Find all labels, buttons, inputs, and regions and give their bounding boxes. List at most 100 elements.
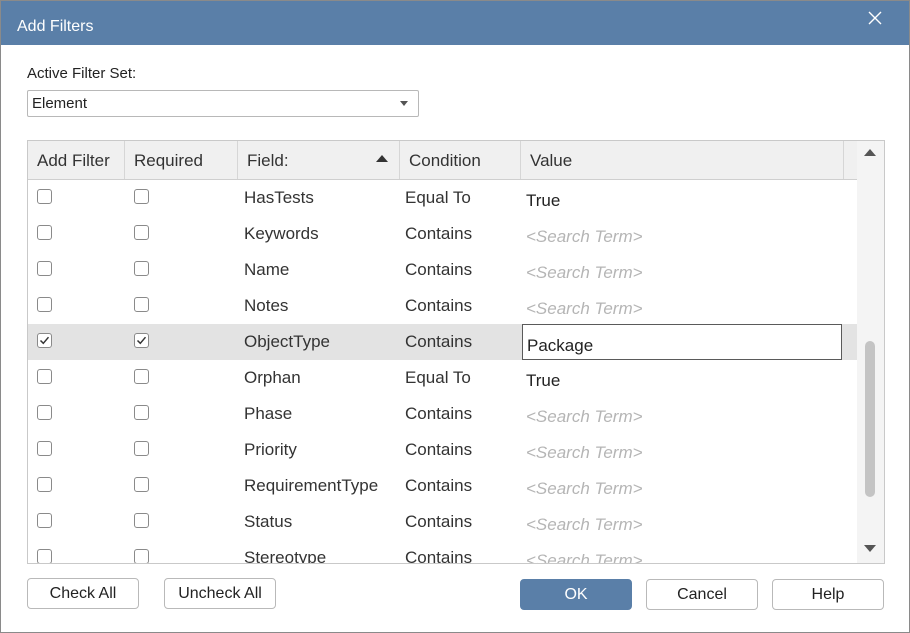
value-placeholder: <Search Term> bbox=[526, 407, 643, 426]
add-filter-checkbox[interactable] bbox=[37, 189, 52, 204]
table-row[interactable]: Phase Contains <Search Term> bbox=[28, 396, 857, 432]
table-row[interactable]: Keywords Contains <Search Term> bbox=[28, 216, 857, 252]
column-header-add-filter[interactable]: Add Filter bbox=[28, 141, 125, 179]
table-row[interactable]: RequirementType Contains <Search Term> bbox=[28, 468, 857, 504]
table-row[interactable]: Orphan Equal To True bbox=[28, 360, 857, 396]
value-field[interactable]: True bbox=[522, 360, 842, 396]
required-checkbox[interactable] bbox=[134, 333, 149, 348]
required-checkbox[interactable] bbox=[134, 441, 149, 456]
condition-value: Contains bbox=[405, 224, 473, 243]
uncheck-all-button[interactable]: Uncheck All bbox=[164, 578, 276, 609]
close-button[interactable] bbox=[861, 5, 889, 33]
checkmark-icon bbox=[39, 336, 50, 345]
condition-value: Contains bbox=[405, 332, 473, 351]
value-field[interactable]: <Search Term> bbox=[522, 540, 842, 563]
add-filter-checkbox[interactable] bbox=[37, 441, 52, 456]
table-row[interactable]: Notes Contains <Search Term> bbox=[28, 288, 857, 324]
table-row[interactable]: HasTests Equal To True bbox=[28, 180, 857, 216]
value-field[interactable]: <Search Term> bbox=[522, 288, 842, 324]
required-checkbox[interactable] bbox=[134, 513, 149, 528]
value-field[interactable]: <Search Term> bbox=[522, 468, 842, 504]
value-text: True bbox=[526, 191, 561, 210]
column-header-required[interactable]: Required bbox=[125, 141, 238, 179]
chevron-down-icon bbox=[400, 101, 408, 106]
value-field[interactable]: <Search Term> bbox=[522, 504, 842, 540]
column-header-label: Required bbox=[134, 151, 203, 170]
scroll-thumb[interactable] bbox=[865, 341, 875, 497]
value-field[interactable]: True bbox=[522, 180, 842, 216]
active-filter-set-dropdown[interactable]: Element bbox=[27, 90, 419, 117]
field-name: Name bbox=[244, 260, 290, 279]
field-name: Notes bbox=[244, 296, 289, 315]
value-placeholder: <Search Term> bbox=[526, 299, 643, 318]
required-checkbox[interactable] bbox=[134, 225, 149, 240]
required-checkbox[interactable] bbox=[134, 477, 149, 492]
scroll-up-icon[interactable] bbox=[864, 149, 876, 156]
add-filter-checkbox[interactable] bbox=[37, 261, 52, 276]
field-name: Phase bbox=[244, 404, 293, 423]
field-name: ObjectType bbox=[244, 332, 330, 351]
condition-value: Contains bbox=[405, 512, 473, 531]
table-row[interactable]: Status Contains <Search Term> bbox=[28, 504, 857, 540]
cancel-button[interactable]: Cancel bbox=[646, 579, 758, 610]
window-title: Add Filters bbox=[17, 18, 94, 35]
column-header-label: Add Filter bbox=[37, 151, 110, 170]
checkmark-icon bbox=[136, 336, 147, 345]
ok-button[interactable]: OK bbox=[520, 579, 632, 610]
value-field[interactable]: <Search Term> bbox=[522, 396, 842, 432]
field-name: Orphan bbox=[244, 368, 301, 387]
active-filter-set-label: Active Filter Set: bbox=[27, 65, 137, 82]
condition-value: Contains bbox=[405, 296, 473, 315]
column-header-field[interactable]: Field: bbox=[238, 141, 400, 179]
required-checkbox[interactable] bbox=[134, 369, 149, 384]
table-row[interactable]: Priority Contains <Search Term> bbox=[28, 432, 857, 468]
vertical-scrollbar[interactable] bbox=[857, 141, 884, 563]
field-name: Status bbox=[244, 512, 293, 531]
field-name: Priority bbox=[244, 440, 297, 459]
value-text: Package bbox=[527, 336, 594, 355]
table-row[interactable]: Stereotype Contains <Search Term> bbox=[28, 540, 857, 563]
add-filter-checkbox[interactable] bbox=[37, 549, 52, 563]
condition-value: Contains bbox=[405, 404, 473, 423]
condition-value: Equal To bbox=[405, 368, 471, 387]
table-row[interactable]: Name Contains <Search Term> bbox=[28, 252, 857, 288]
condition-value: Contains bbox=[405, 260, 473, 279]
value-placeholder: <Search Term> bbox=[526, 551, 643, 563]
value-field[interactable]: <Search Term> bbox=[522, 252, 842, 288]
add-filter-checkbox[interactable] bbox=[37, 333, 52, 348]
column-header-condition[interactable]: Condition bbox=[400, 141, 521, 179]
column-header-label: Field: bbox=[247, 151, 289, 170]
grid-rows: HasTests Equal To True Keywords Contains <Sea… bbox=[28, 180, 857, 563]
field-name: Stereotype bbox=[244, 548, 327, 563]
value-placeholder: <Search Term> bbox=[526, 479, 643, 498]
add-filter-checkbox[interactable] bbox=[37, 225, 52, 240]
value-placeholder: <Search Term> bbox=[526, 515, 643, 534]
value-placeholder: <Search Term> bbox=[526, 263, 643, 282]
column-header-value[interactable]: Value bbox=[521, 141, 844, 179]
add-filter-checkbox[interactable] bbox=[37, 513, 52, 528]
table-row[interactable]: ObjectType Contains Package bbox=[28, 324, 857, 360]
condition-value: Contains bbox=[405, 440, 473, 459]
scroll-down-icon[interactable] bbox=[864, 545, 876, 552]
value-field[interactable]: <Search Term> bbox=[522, 432, 842, 468]
required-checkbox[interactable] bbox=[134, 297, 149, 312]
required-checkbox[interactable] bbox=[134, 261, 149, 276]
value-field[interactable]: Package bbox=[522, 324, 842, 360]
add-filter-checkbox[interactable] bbox=[37, 297, 52, 312]
value-placeholder: <Search Term> bbox=[526, 227, 643, 246]
required-checkbox[interactable] bbox=[134, 189, 149, 204]
help-button[interactable]: Help bbox=[772, 579, 884, 610]
value-field[interactable]: <Search Term> bbox=[522, 216, 842, 252]
dropdown-selected-value: Element bbox=[32, 95, 88, 112]
add-filter-checkbox[interactable] bbox=[37, 405, 52, 420]
required-checkbox[interactable] bbox=[134, 549, 149, 563]
add-filter-checkbox[interactable] bbox=[37, 477, 52, 492]
close-icon bbox=[868, 11, 882, 25]
field-name: Keywords bbox=[244, 224, 319, 243]
add-filter-checkbox[interactable] bbox=[37, 369, 52, 384]
field-name: HasTests bbox=[244, 188, 314, 207]
required-checkbox[interactable] bbox=[134, 405, 149, 420]
filter-grid: Add Filter Required Field: Condition Val… bbox=[27, 140, 885, 564]
condition-value: Contains bbox=[405, 548, 473, 563]
check-all-button[interactable]: Check All bbox=[27, 578, 139, 609]
